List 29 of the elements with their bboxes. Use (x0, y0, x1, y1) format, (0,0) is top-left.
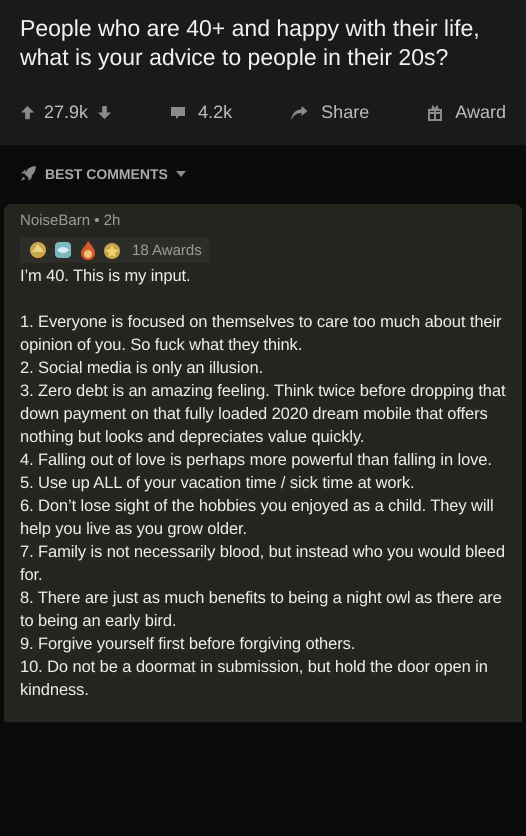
rocket-icon (20, 165, 37, 182)
award-icon (52, 240, 74, 260)
post-title: People who are 40+ and happy with their life, what is your advice to people in their 20s? (20, 14, 481, 72)
sort-dropdown[interactable]: BEST COMMENTS (20, 165, 186, 182)
share-icon (290, 104, 310, 120)
award-button[interactable]: Award (427, 102, 506, 123)
comment-text: 6. Don’t lose sight of the hobbies you enjoyed as a child. They will help you live as you grow older. (20, 496, 495, 540)
comment-text: 2. Social media is only an illusion. (20, 358, 264, 379)
caret-icon (176, 170, 186, 176)
comment-text: 7. Family is not necessarily blood, but instead who you would bleed for. (20, 542, 506, 586)
comment-text: 1. Everyone is focused on themselves to care too much about their opinion of you. So fuck what they think. (20, 312, 502, 356)
comment-text: 8. There are just as much benefits to being a night owl as there are to being an early bird. (20, 588, 503, 632)
share-button[interactable]: Share (290, 102, 370, 123)
upvote-count: 27.9k (44, 102, 88, 123)
award-icon (28, 240, 48, 260)
comment-text: 9. Forgive yourself first before forgiving others. (20, 634, 356, 655)
upvote-icon[interactable] (20, 105, 35, 120)
downvote-icon[interactable] (97, 105, 112, 120)
gift-icon (427, 104, 444, 120)
comment-intro: I’m 40. This is my input. (20, 266, 192, 287)
comment-text: 4. Falling out of love is perhaps more powerful than falling in love. (20, 450, 493, 471)
comment-text: 5. Use up ALL of your vacation time / sick time at work. (20, 473, 416, 494)
comment-text: 10. Do not be a doormat in submission, but hold the door open in kindness. (20, 657, 489, 701)
comment-text: 3. Zero debt is an amazing feeling. Think twice before dropping that down payment on that fully loaded 2020 dream mobile that offers nothing but looks and depreciates value quickly. (20, 381, 506, 448)
comments-button[interactable]: 4.2k (170, 102, 232, 123)
flame-icon (78, 240, 98, 260)
comment-meta: NoiseBarn • 2h (20, 212, 122, 229)
awards-bar[interactable]: 18 Awards (20, 237, 210, 263)
comment-icon (170, 104, 186, 120)
